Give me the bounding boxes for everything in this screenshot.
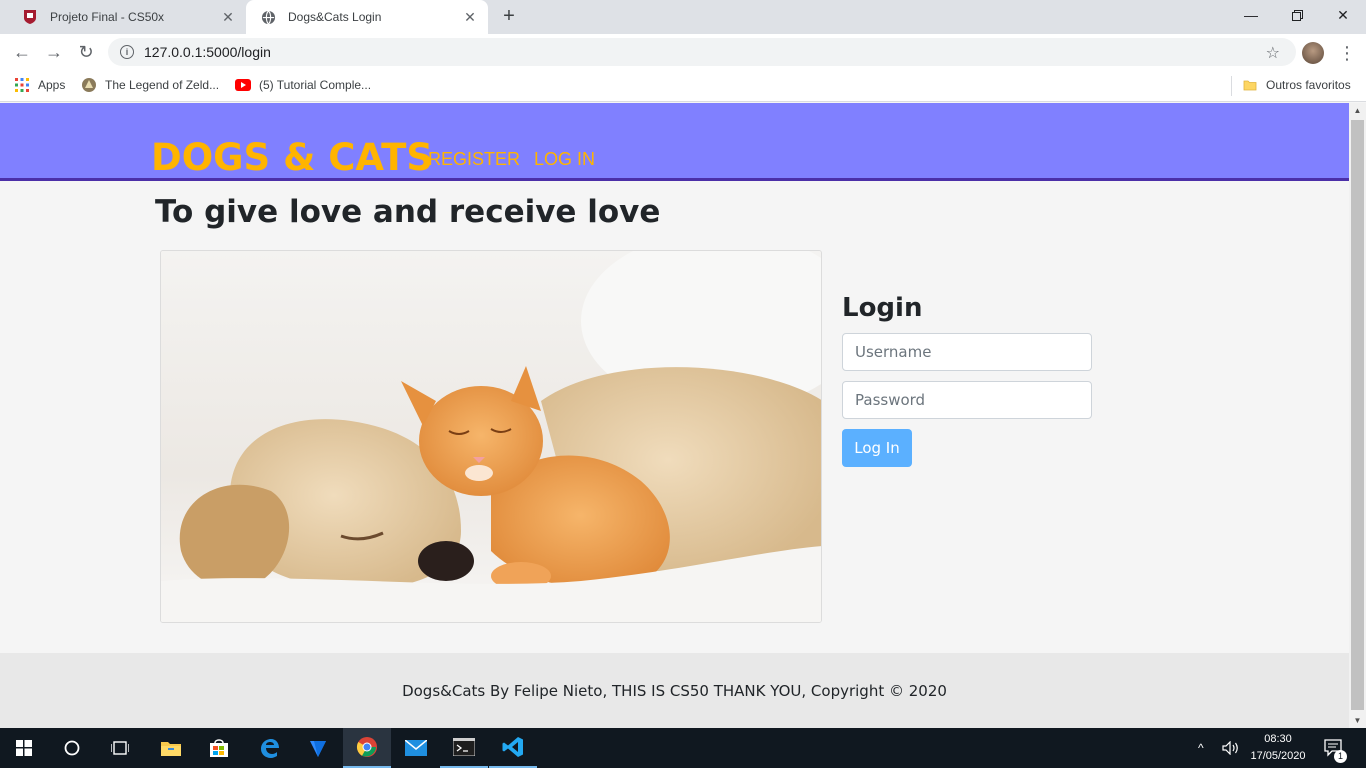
footer-text: Dogs&Cats By Felipe Nieto, THIS IS CS50 … bbox=[402, 681, 947, 700]
login-button[interactable]: Log In bbox=[842, 429, 912, 467]
bookmarks-divider bbox=[1231, 76, 1232, 96]
more-menu-icon[interactable]: ⋮ bbox=[1338, 42, 1356, 64]
azure-icon[interactable] bbox=[294, 728, 342, 768]
username-input[interactable]: Username bbox=[842, 333, 1092, 371]
notification-count-badge: 1 bbox=[1334, 750, 1347, 763]
bookmark-star-icon[interactable]: ☆ bbox=[1266, 43, 1280, 63]
page-scrollbar[interactable]: ▲ ▼ bbox=[1349, 103, 1366, 728]
nav-link-login[interactable]: LOG IN bbox=[534, 148, 595, 170]
tab-title: Projeto Final - CS50x bbox=[50, 10, 165, 24]
bookmarks-bar: Apps The Legend of Zeld... (5) Tutorial … bbox=[0, 70, 1366, 102]
windows-taskbar: ^ 08:30 17/05/2020 1 bbox=[0, 728, 1366, 768]
bookmark-tutorial[interactable]: (5) Tutorial Comple... bbox=[235, 77, 371, 93]
clock-date: 17/05/2020 bbox=[1250, 750, 1306, 762]
tab-title: Dogs&Cats Login bbox=[288, 10, 382, 24]
info-icon[interactable]: i bbox=[120, 45, 134, 59]
restore-icon[interactable] bbox=[1274, 0, 1320, 30]
file-explorer-icon[interactable] bbox=[147, 728, 195, 768]
new-tab-button[interactable]: + bbox=[498, 6, 520, 28]
globe-icon bbox=[260, 9, 276, 25]
close-icon[interactable]: ✕ bbox=[462, 9, 478, 25]
reload-icon[interactable]: ↻ bbox=[74, 40, 98, 64]
clock-time: 08:30 bbox=[1264, 733, 1292, 745]
profile-avatar[interactable] bbox=[1302, 42, 1324, 64]
close-icon[interactable]: ✕ bbox=[220, 9, 236, 25]
bookmark-other-favorites[interactable]: Outros favoritos bbox=[1242, 77, 1351, 93]
mail-icon[interactable] bbox=[392, 728, 440, 768]
vscode-icon[interactable] bbox=[489, 728, 537, 768]
notifications-icon[interactable]: 1 bbox=[1324, 728, 1347, 768]
forward-arrow-icon[interactable]: → bbox=[42, 40, 66, 64]
bookmark-apps[interactable]: Apps bbox=[14, 77, 65, 93]
system-clock[interactable]: 08:30 17/05/2020 bbox=[1248, 731, 1308, 765]
dog-and-kitten-photo bbox=[160, 250, 822, 623]
store-icon[interactable] bbox=[195, 728, 243, 768]
scroll-down-arrow-icon[interactable]: ▼ bbox=[1349, 713, 1366, 728]
back-arrow-icon[interactable]: ← bbox=[10, 40, 34, 64]
volume-icon[interactable] bbox=[1222, 728, 1240, 768]
tab-projeto-final[interactable]: Projeto Final - CS50x ✕ bbox=[8, 0, 246, 34]
bookmark-zelda[interactable]: The Legend of Zeld... bbox=[81, 77, 219, 93]
tray-chevron-icon[interactable]: ^ bbox=[1198, 728, 1204, 768]
url-text: 127.0.0.1:5000/login bbox=[144, 44, 271, 60]
address-bar[interactable]: i 127.0.0.1:5000/login ☆ bbox=[108, 38, 1296, 66]
page-heading: To give love and receive love bbox=[155, 194, 661, 230]
youtube-icon bbox=[235, 77, 251, 93]
task-view-icon[interactable] bbox=[96, 728, 144, 768]
terminal-icon[interactable] bbox=[440, 728, 488, 768]
cortana-search-icon[interactable] bbox=[48, 728, 96, 768]
login-title: Login bbox=[842, 293, 923, 323]
bookmark-label: The Legend of Zeld... bbox=[105, 78, 220, 92]
tab-dogs-cats-login[interactable]: Dogs&Cats Login ✕ bbox=[246, 0, 488, 34]
tab-strip: Projeto Final - CS50x ✕ Dogs&Cats Login … bbox=[0, 0, 1366, 34]
chrome-icon[interactable] bbox=[343, 728, 391, 768]
folder-icon bbox=[1242, 77, 1258, 93]
windows-start-icon[interactable] bbox=[0, 728, 48, 768]
scroll-up-arrow-icon[interactable]: ▲ bbox=[1349, 103, 1366, 118]
nav-link-register[interactable]: REGISTER bbox=[428, 148, 520, 170]
bookmark-label: (5) Tutorial Comple... bbox=[259, 78, 372, 92]
scrollbar-thumb[interactable] bbox=[1351, 120, 1364, 710]
bookmark-label: Outros favoritos bbox=[1266, 78, 1351, 92]
site-navbar: DOGS & CATS REGISTER LOG IN bbox=[0, 103, 1349, 181]
site-brand[interactable]: DOGS & CATS bbox=[151, 136, 433, 180]
apps-grid-icon bbox=[14, 77, 30, 93]
password-input[interactable]: Password bbox=[842, 381, 1092, 419]
bookmark-label: Apps bbox=[38, 78, 66, 92]
page-viewport: DOGS & CATS REGISTER LOG IN To give love… bbox=[0, 103, 1349, 728]
minimize-icon[interactable]: — bbox=[1228, 0, 1274, 30]
zelda-favicon bbox=[81, 77, 97, 93]
edge-icon[interactable] bbox=[245, 728, 293, 768]
site-footer: Dogs&Cats By Felipe Nieto, THIS IS CS50 … bbox=[0, 653, 1349, 728]
harvard-shield-icon bbox=[22, 9, 38, 25]
window-controls: — ✕ bbox=[1228, 0, 1366, 30]
close-window-icon[interactable]: ✕ bbox=[1320, 0, 1366, 30]
